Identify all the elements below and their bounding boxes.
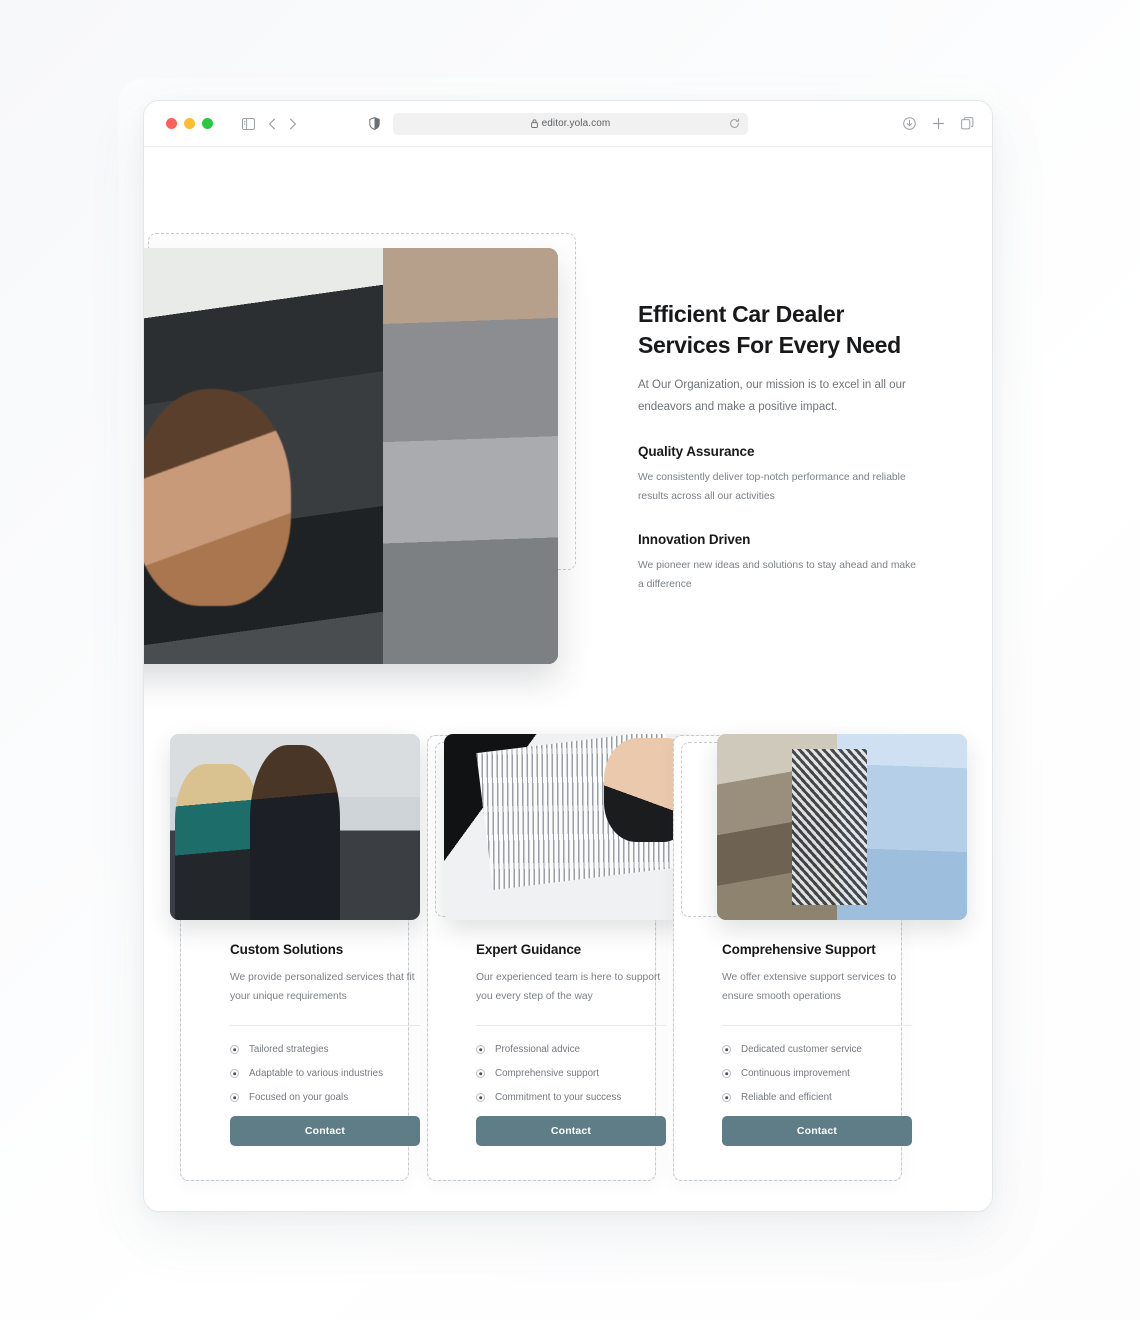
card-image[interactable] (717, 734, 967, 920)
back-chevron-icon[interactable] (268, 118, 276, 130)
signing-contract-photo (444, 734, 694, 920)
card-content: Custom Solutions We provide personalized… (230, 942, 420, 1147)
list-item: Professional advice (476, 1044, 666, 1055)
bullet-dot-icon (722, 1069, 731, 1079)
close-window-button[interactable] (166, 118, 177, 129)
forward-chevron-icon[interactable] (289, 118, 297, 130)
contact-button[interactable]: Contact (230, 1116, 420, 1147)
list-item: Continuous improvement (722, 1068, 912, 1079)
list-item-label: Reliable and efficient (741, 1092, 832, 1104)
list-item-label: Adaptable to various industries (249, 1068, 383, 1080)
list-item: Comprehensive support (476, 1068, 666, 1079)
browser-window: editor.yola.com Efficient Car Dealer Ser… (143, 100, 993, 1212)
cards-row: Custom Solutions We provide personalized… (144, 147, 992, 1211)
list-item: Focused on your goals (230, 1092, 420, 1103)
card-description: Our experienced team is here to support … (476, 972, 661, 1003)
list-item: Dedicated customer service (722, 1044, 912, 1055)
browser-toolbar: editor.yola.com (144, 101, 992, 147)
business-team-meeting-photo (170, 734, 420, 920)
card-bullet-list: Dedicated customer service Continuous im… (722, 1044, 912, 1103)
card-title: Custom Solutions (230, 942, 344, 957)
card-description: We offer extensive support services to e… (722, 972, 897, 1003)
card-bullet-list: Tailored strategies Adaptable to various… (230, 1044, 420, 1103)
list-item: Commitment to your success (476, 1092, 666, 1103)
list-item-label: Continuous improvement (741, 1068, 850, 1080)
tab-overview-icon[interactable] (961, 117, 974, 130)
reload-icon[interactable] (729, 118, 740, 129)
plus-icon[interactable] (932, 117, 945, 130)
bullet-dot-icon (722, 1045, 731, 1055)
lock-icon (530, 119, 538, 128)
list-item-label: Dedicated customer service (741, 1044, 862, 1056)
contact-button[interactable]: Contact (476, 1116, 666, 1147)
window-traffic-lights[interactable] (166, 118, 213, 129)
divider (476, 1025, 666, 1027)
bullet-dot-icon (476, 1093, 485, 1103)
bullet-dot-icon (230, 1045, 239, 1055)
card-image[interactable] (170, 734, 420, 920)
divider (722, 1025, 912, 1027)
bullet-dot-icon (230, 1069, 239, 1079)
list-item: Adaptable to various industries (230, 1068, 420, 1079)
bullet-dot-icon (230, 1093, 239, 1103)
address-bar-container[interactable]: editor.yola.com (393, 112, 748, 135)
maximize-window-button[interactable] (202, 118, 213, 129)
download-icon[interactable] (903, 117, 916, 130)
bullet-dot-icon (476, 1069, 485, 1079)
bullet-dot-icon (476, 1045, 485, 1055)
handshake-agreement-photo (717, 734, 967, 920)
bullet-dot-icon (722, 1093, 731, 1103)
card-content: Comprehensive Support We offer extensive… (722, 942, 912, 1147)
contact-button[interactable]: Contact (722, 1116, 912, 1147)
list-item-label: Comprehensive support (495, 1068, 600, 1080)
privacy-shield-icon[interactable] (369, 117, 380, 130)
list-item: Tailored strategies (230, 1044, 420, 1055)
list-item-label: Commitment to your success (495, 1092, 622, 1104)
list-item-label: Tailored strategies (249, 1044, 329, 1056)
list-item-label: Focused on your goals (249, 1092, 349, 1104)
card-title: Comprehensive Support (722, 942, 876, 957)
page-viewport: Efficient Car Dealer Services For Every … (144, 147, 992, 1211)
url-text: editor.yola.com (541, 118, 611, 129)
address-bar[interactable]: editor.yola.com (393, 112, 748, 135)
card-title: Expert Guidance (476, 942, 582, 957)
card-content: Expert Guidance Our experienced team is … (476, 942, 666, 1147)
card-image[interactable] (444, 734, 694, 920)
minimize-window-button[interactable] (184, 118, 195, 129)
card-bullet-list: Professional advice Comprehensive suppor… (476, 1044, 666, 1103)
divider (230, 1025, 420, 1027)
list-item: Reliable and efficient (722, 1092, 912, 1103)
card-description: We provide personalized services that fi… (230, 972, 415, 1003)
sidebar-icon[interactable] (242, 117, 255, 130)
list-item-label: Professional advice (495, 1044, 580, 1056)
